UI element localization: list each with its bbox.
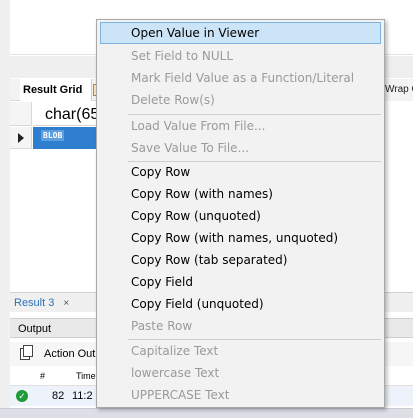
success-check-icon: ✓ <box>16 390 28 402</box>
menu-item-save-value-to-file[interactable]: Save Value To File... <box>100 137 381 159</box>
close-icon[interactable]: × <box>63 298 69 309</box>
menu-item-copy-row-tab-separated[interactable]: Copy Row (tab separated) <box>100 249 381 271</box>
wrap-cell-content-toggle[interactable]: Wrap C <box>381 79 413 101</box>
left-rail <box>0 0 10 418</box>
menu-item-copy-row-with-names[interactable]: Copy Row (with names) <box>100 183 381 205</box>
menu-item-set-field-null[interactable]: Set Field to NULL <box>100 45 381 67</box>
context-menu: Open Value in Viewer Set Field to NULL M… <box>96 19 385 408</box>
tab-result-3[interactable]: Result 3 × <box>14 293 69 313</box>
menu-item-copy-field-unquoted[interactable]: Copy Field (unquoted) <box>100 293 381 315</box>
tab-result-3-label: Result 3 <box>14 297 55 309</box>
menu-item-copy-row-names-unquoted[interactable]: Copy Row (with names, unquoted) <box>100 227 381 249</box>
menu-item-lowercase-text[interactable]: lowercase Text <box>100 362 381 384</box>
row-header[interactable] <box>10 127 32 149</box>
current-row-arrow-icon <box>18 133 24 143</box>
menu-item-capitalize-text[interactable]: Capitalize Text <box>100 340 381 362</box>
menu-item-paste-row[interactable]: Paste Row <box>100 315 381 337</box>
menu-item-load-value-from-file[interactable]: Load Value From File... <box>100 115 381 137</box>
menu-item-delete-rows[interactable]: Delete Row(s) <box>100 89 381 111</box>
menu-item-copy-field[interactable]: Copy Field <box>100 271 381 293</box>
menu-item-mark-function-literal[interactable]: Mark Field Value as a Function/Literal <box>100 67 381 89</box>
blob-badge: BLOB <box>41 130 65 141</box>
grid-corner <box>10 102 32 126</box>
result-grid-tab[interactable]: Result Grid <box>20 79 92 101</box>
output-type-dropdown[interactable]: Action Outp <box>44 342 101 366</box>
copy-icon[interactable] <box>20 345 33 360</box>
menu-item-copy-row-unquoted[interactable]: Copy Row (unquoted) <box>100 205 381 227</box>
row-time: 11:2 <box>72 390 93 402</box>
column-header-number[interactable]: # <box>40 366 45 386</box>
row-number: 82 <box>52 390 65 402</box>
status-strip <box>0 408 413 418</box>
menu-item-copy-row[interactable]: Copy Row <box>100 161 381 183</box>
menu-item-open-value-in-viewer[interactable]: Open Value in Viewer <box>100 22 381 44</box>
menu-item-uppercase-text[interactable]: UPPERCASE Text <box>100 384 381 406</box>
column-header-time[interactable]: Time <box>76 366 96 386</box>
